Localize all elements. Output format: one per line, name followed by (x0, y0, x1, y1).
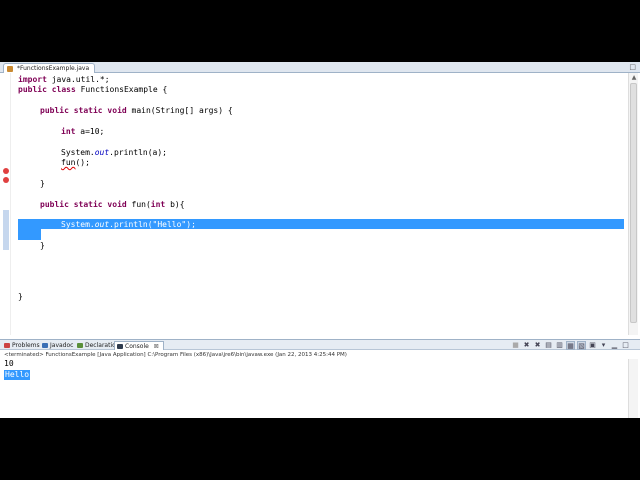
java-file-icon (7, 66, 13, 72)
clear-console-icon[interactable]: ▤ (544, 341, 553, 350)
pin-console-icon[interactable]: ▧ (577, 341, 586, 350)
display-console-icon[interactable]: ▣ (588, 341, 597, 350)
code-line-4: public static void main(String[] args) { (40, 106, 233, 115)
remove-all-icon[interactable]: ✖ (533, 341, 542, 350)
scroll-up-arrow-icon[interactable]: ▲ (629, 73, 639, 82)
open-console-icon[interactable]: ▾ (599, 341, 608, 350)
code-area[interactable]: import java.util.*; public class Functio… (0, 73, 626, 335)
console-output[interactable]: 10 Hello (0, 359, 640, 418)
scroll-lock-icon[interactable]: ▥ (555, 341, 564, 350)
console-launch-status: <terminated> FunctionsExample [Java Appl… (4, 352, 347, 358)
code-line-14: System.out.println("Hello"); (61, 220, 196, 229)
text-selection (18, 229, 41, 240)
editor-tab-functions-example[interactable]: *FunctionsExample.java (3, 63, 96, 73)
javadoc-icon (42, 343, 48, 348)
console-vertical-scrollbar[interactable] (628, 359, 638, 418)
editor-tab-bar: *FunctionsExample.java □ (0, 62, 640, 73)
code-line-19: } (18, 292, 23, 301)
console-view-tab-bar: Problems Javadoc Declaration Console ⊠ ■… (0, 339, 640, 350)
scrollbar-thumb[interactable] (630, 83, 637, 323)
eclipse-window: *FunctionsExample.java □ import java.uti… (0, 62, 640, 418)
code-line-6: int a=10; (61, 127, 105, 136)
code-line-8: System.out.println(a); (61, 148, 167, 157)
editor-tab-label: *FunctionsExample.java (17, 65, 90, 72)
tab-console[interactable]: Console ⊠ (114, 341, 164, 350)
console-output-line: 10 (4, 359, 14, 368)
code-line-16: } (40, 241, 45, 250)
close-icon[interactable]: ⊠ (154, 343, 159, 350)
console-output-line: Hello (4, 370, 31, 380)
console-toolbar: ■ ✖ ✖ ▤ ▥ ▦ ▧ ▣ ▾ ▁ □ (511, 341, 630, 350)
tab-declaration[interactable]: Declaration (75, 341, 120, 350)
declaration-icon (77, 343, 83, 348)
maximize-icon[interactable]: □ (621, 341, 630, 350)
terminate-icon[interactable]: ■ (511, 341, 520, 350)
code-line-1: import java.util.*; (18, 75, 110, 84)
code-line-13: public static void fun(int b){ (40, 200, 185, 209)
code-line-11: } (40, 179, 45, 188)
code-line-2: public class FunctionsExample { (18, 85, 168, 94)
tab-javadoc[interactable]: Javadoc (40, 341, 73, 350)
minimize-icon[interactable]: ▁ (610, 341, 619, 350)
tab-problems[interactable]: Problems (2, 341, 40, 350)
console-icon (117, 344, 123, 349)
word-wrap-icon[interactable]: ▦ (566, 341, 575, 350)
problems-icon (4, 343, 10, 348)
code-editor[interactable]: import java.util.*; public class Functio… (0, 73, 640, 335)
editor-vertical-scrollbar[interactable]: ▲ (628, 73, 638, 335)
code-line-9: fun(); (61, 158, 90, 167)
remove-launch-icon[interactable]: ✖ (522, 341, 531, 350)
maximize-editor-icon[interactable]: □ (629, 63, 636, 72)
